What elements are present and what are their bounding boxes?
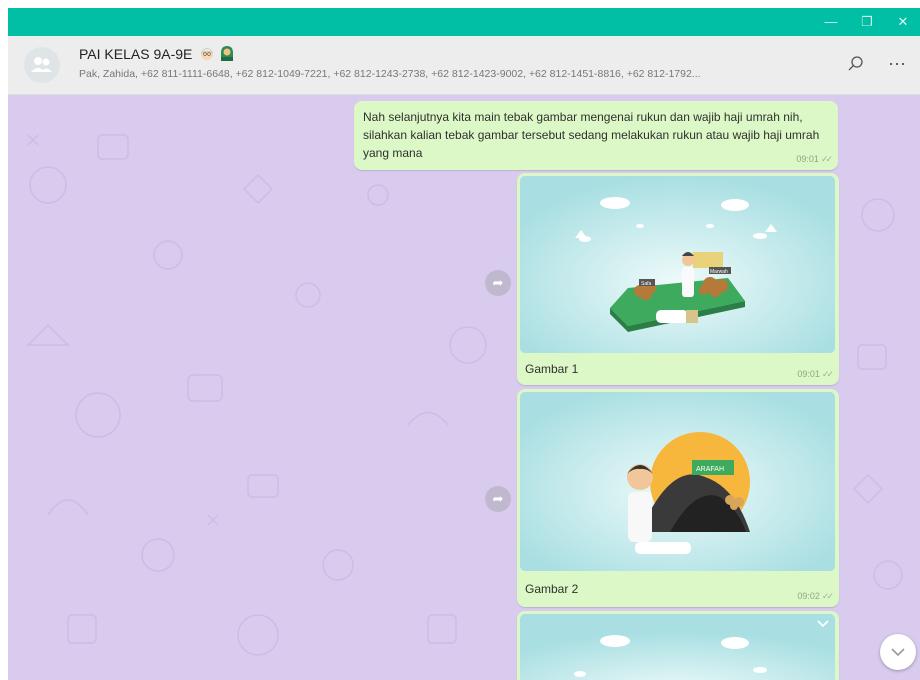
image-message[interactable]: Safa Marwah Gambar 1 09:01 ✓✓ — [517, 173, 839, 385]
image-label-arafah: ARAFAH — [696, 466, 724, 473]
chat-panel[interactable]: Nah selanjutnya kita main tebak gambar m… — [8, 95, 920, 680]
restore-button[interactable]: ❐ — [850, 8, 884, 36]
image-label-marwah: Marwah — [710, 269, 728, 275]
message-bubble[interactable]: Nah selanjutnya kita main tebak gambar m… — [354, 101, 838, 170]
quiz-image-2[interactable]: ARAFAH — [520, 392, 835, 571]
image-message[interactable]: ARAFAH Gambar 2 09:02 ✓✓ — [517, 389, 839, 607]
woman-headscarf-emoji-icon — [221, 46, 234, 61]
chat-title[interactable]: PAI KELAS 9A-9E — [79, 45, 235, 62]
chat-header[interactable]: PAI KELAS 9A-9E Pak, Zahida, +62 811-111… — [8, 36, 920, 95]
group-name: PAI KELAS 9A-9E — [79, 46, 193, 62]
message-time: 09:02 ✓✓ — [797, 591, 834, 601]
forward-icon[interactable]: ➦ — [485, 270, 511, 296]
window-titlebar: — ❐ ✕ — [8, 8, 920, 36]
minimize-button[interactable]: — — [814, 8, 848, 36]
search-icon[interactable] — [843, 50, 869, 78]
quiz-image-1[interactable]: Safa Marwah — [520, 176, 835, 353]
quiz-image-3[interactable] — [520, 614, 835, 680]
scroll-down-button[interactable] — [880, 634, 916, 670]
read-receipt-icon: ✓✓ — [821, 591, 834, 601]
message-time: 09:01 ✓✓ — [796, 154, 833, 164]
read-receipt-icon: ✓✓ — [820, 154, 833, 164]
close-button[interactable]: ✕ — [886, 8, 920, 36]
image-message[interactable] — [517, 611, 839, 680]
chevron-down-icon — [891, 648, 905, 657]
chat-participants[interactable]: Pak, Zahida, +62 811-1111-6648, +62 812-… — [79, 68, 824, 80]
grandmother-emoji-icon — [201, 48, 214, 60]
message-menu-chevron-icon[interactable] — [817, 617, 829, 631]
group-avatar-icon[interactable] — [24, 47, 60, 83]
message-time: 09:01 ✓✓ — [797, 369, 834, 379]
read-receipt-icon: ✓✓ — [821, 369, 834, 379]
image-caption: Gambar 1 — [525, 362, 579, 376]
more-options-icon[interactable]: ⋯ — [884, 50, 910, 78]
forward-icon[interactable]: ➦ — [485, 486, 511, 512]
image-caption: Gambar 2 — [525, 582, 579, 596]
image-label-safa: Safa — [641, 281, 652, 287]
message-text: Nah selanjutnya kita main tebak gambar m… — [363, 110, 820, 160]
